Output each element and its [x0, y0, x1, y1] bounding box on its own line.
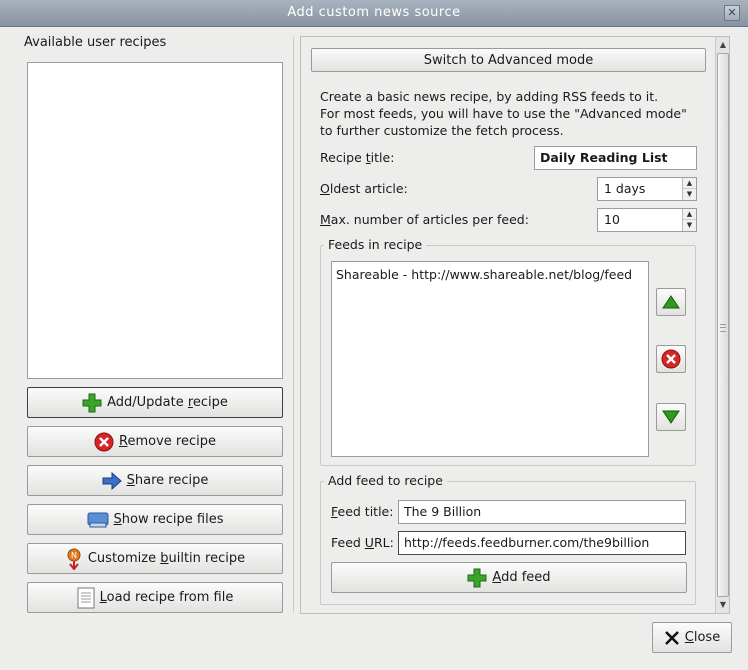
arrow-right-icon [102, 471, 122, 490]
list-item[interactable]: Shareable - http://www.shareable.net/blo… [336, 267, 632, 282]
arrow-up-icon [662, 295, 680, 309]
remove-recipe-button[interactable]: Remove recipe [27, 426, 283, 457]
close-icon [664, 630, 679, 645]
recipe-title-label: Recipe title: [320, 150, 395, 165]
window-title: Add custom news source [287, 5, 461, 20]
max-articles-spinbox[interactable]: 10 ▲ ▼ [597, 208, 697, 232]
add-feed-button[interactable]: Add feed [331, 562, 687, 593]
recipe-title-input[interactable]: Daily Reading List [534, 146, 697, 170]
user-recipes-panel: Available user recipes Add/Update recipe… [20, 35, 290, 615]
user-recipes-label: Available user recipes [24, 35, 167, 50]
customize-icon: N [67, 548, 81, 570]
scroll-up-icon[interactable]: ▲ [717, 39, 729, 51]
spin-up-icon[interactable]: ▲ [683, 209, 696, 220]
show-recipe-files-button[interactable]: Show recipe files [27, 504, 283, 535]
scroll-down-icon[interactable]: ▼ [717, 599, 729, 611]
basic-recipe-panel: Switch to Advanced mode Create a basic n… [300, 36, 730, 614]
window-close-button[interactable]: ✕ [724, 5, 740, 21]
remove-feed-button[interactable] [656, 345, 686, 373]
feed-title-input[interactable]: The 9 Billion [398, 500, 686, 524]
customize-builtin-recipe-button[interactable]: N Customize builtin recipe [27, 543, 283, 574]
arrow-down-icon [662, 410, 680, 424]
max-articles-label: Max. number of articles per feed: [320, 212, 529, 227]
feed-url-label: Feed URL: [331, 535, 394, 550]
show-recipe-files-label: Show recipe files [113, 512, 224, 527]
close-button-label: Close [684, 630, 721, 645]
switch-advanced-mode-button[interactable]: Switch to Advanced mode [311, 48, 706, 72]
scroll-thumb[interactable] [717, 53, 729, 597]
move-feed-down-button[interactable] [656, 403, 686, 431]
add-update-recipe-label: Add/Update recipe [107, 395, 228, 410]
add-update-recipe-button[interactable]: Add/Update recipe [27, 387, 283, 418]
pane-divider[interactable] [293, 37, 299, 612]
title-bar: Add custom news source ✕ [0, 0, 748, 27]
load-recipe-from-file-button[interactable]: Load recipe from file [27, 582, 283, 613]
add-feed-label: Add feed to recipe [324, 473, 447, 488]
customize-builtin-recipe-label: Customize builtin recipe [87, 551, 246, 566]
info-text: Create a basic news recipe, by adding RS… [320, 89, 687, 138]
spin-up-icon[interactable]: ▲ [683, 178, 696, 189]
grip-icon [720, 324, 726, 332]
share-recipe-label: Share recipe [126, 473, 209, 488]
feeds-list[interactable]: Shareable - http://www.shareable.net/blo… [331, 261, 649, 457]
document-icon [77, 587, 95, 608]
plus-icon [82, 393, 102, 412]
folder-icon [87, 512, 108, 527]
user-recipes-list[interactable] [27, 62, 283, 379]
spin-down-icon[interactable]: ▼ [683, 220, 696, 231]
feed-url-input[interactable]: http://feeds.feedburner.com/the9billion [398, 531, 686, 555]
move-feed-up-button[interactable] [656, 288, 686, 316]
remove-recipe-label: Remove recipe [119, 434, 216, 449]
oldest-article-label: Oldest article: [320, 181, 408, 196]
add-feed-label-text: Add feed [492, 570, 551, 585]
share-recipe-button[interactable]: Share recipe [27, 465, 283, 496]
remove-icon [94, 432, 114, 451]
oldest-article-spinbox[interactable]: 1 days ▲ ▼ [597, 177, 697, 201]
load-recipe-from-file-label: Load recipe from file [99, 590, 234, 605]
vertical-scrollbar[interactable]: ▲ ▼ [715, 37, 729, 613]
svg-text:N: N [71, 551, 77, 560]
close-button[interactable]: Close [652, 622, 732, 653]
spin-down-icon[interactable]: ▼ [683, 189, 696, 200]
feeds-in-recipe-label: Feeds in recipe [324, 237, 427, 252]
feed-title-label: Feed title: [331, 504, 394, 519]
plus-icon [467, 568, 487, 587]
remove-icon [661, 349, 681, 369]
